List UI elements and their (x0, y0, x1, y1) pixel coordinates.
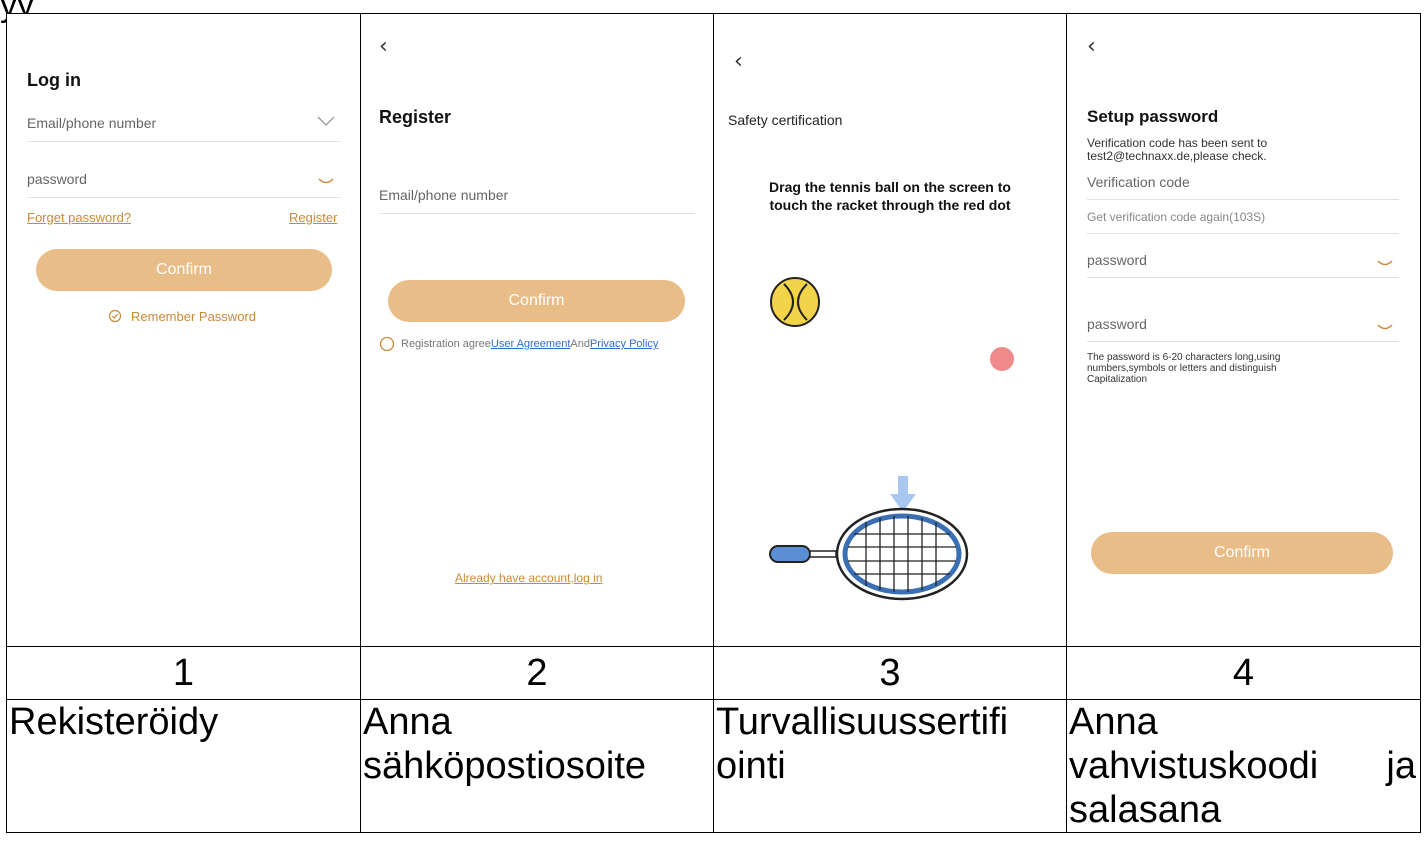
resend-code-link[interactable]: Get verification code again(103S) (1087, 210, 1265, 224)
rule-line-3: Capitalization (1087, 374, 1148, 385)
step-caption: Turvallisuussertifi ointi (713, 699, 1067, 833)
caption-line: vahvistuskoodi ja (1069, 745, 1416, 787)
rule-line-1: The password is 6-20 characters long,usi… (1087, 352, 1281, 363)
number-row: 1 2 3 4 (6, 646, 1421, 700)
step-number: 1 (6, 646, 361, 700)
register-title: Register (379, 107, 452, 127)
caption-line: salasana (1069, 789, 1222, 831)
step-number: 4 (1066, 646, 1421, 700)
steps-table: Log in Email/phone number password Forge… (6, 13, 1421, 833)
agree-and: And (570, 338, 590, 350)
caption-line: Anna (1069, 701, 1158, 743)
login-confirm-button[interactable]: Confirm (36, 249, 332, 291)
caption-line: Turvallisuussertifi (716, 701, 1009, 743)
forget-password-link[interactable]: Forget password? (27, 210, 131, 225)
chevron-down-icon[interactable] (317, 114, 335, 132)
check-circle-icon[interactable] (108, 309, 122, 328)
register-screen: ‹ Register Email/phone number Confirm Re… (360, 13, 714, 647)
confirm-password-field[interactable]: password (1087, 316, 1147, 332)
step-caption: Rekisteröidy (6, 699, 361, 833)
back-arrow-icon[interactable]: ‹ (1087, 34, 1096, 59)
target-dot-icon (990, 347, 1014, 371)
safety-screen: ‹ Safety certification Drag the tennis b… (713, 13, 1067, 647)
captcha-canvas (769, 277, 1014, 601)
caption-line: sähköpostiosoite (363, 745, 647, 787)
caption-line: Anna (363, 701, 452, 743)
code-sent-message: Verification code has been sent to test2… (1087, 137, 1267, 163)
register-email-field[interactable]: Email/phone number (379, 187, 508, 203)
privacy-policy-link[interactable]: Privacy Policy (590, 338, 658, 350)
password-rules: The password is 6-20 characters long,usi… (1087, 352, 1280, 385)
login-password-field[interactable]: password (27, 171, 87, 187)
rule-line-2: numbers,symbols or letters and distingui… (1087, 363, 1277, 374)
register-link[interactable]: Register (289, 210, 337, 225)
setup-password-screen: ‹ Setup password Verification code has b… (1066, 13, 1421, 647)
step-caption: Anna vahvistuskoodi ja salasana (1066, 699, 1421, 833)
agree-prefix: Registration agree (401, 338, 491, 350)
step-number: 2 (360, 646, 714, 700)
setup-confirm-button[interactable]: Confirm (1091, 532, 1393, 574)
agree-radio-icon[interactable] (379, 336, 395, 357)
back-arrow-icon[interactable]: ‹ (379, 34, 388, 59)
setup-title: Setup password (1087, 107, 1219, 126)
eye-closed-icon[interactable] (1377, 318, 1393, 336)
caption-line: ointi (716, 745, 786, 787)
eye-closed-icon[interactable] (1377, 254, 1393, 272)
login-screen: Log in Email/phone number password Forge… (6, 13, 361, 647)
racket-icon (769, 507, 969, 601)
user-agreement-link[interactable]: User Agreement (491, 338, 570, 350)
sent-line-2: test2@technaxx.de,please check. (1087, 149, 1267, 163)
eye-closed-icon[interactable] (318, 172, 334, 190)
agreement-text: Registration agreeUser AgreementAndPriva… (401, 338, 658, 350)
step-number: 3 (713, 646, 1067, 700)
caption-line: Rekisteröidy (9, 701, 219, 743)
password-field[interactable]: password (1087, 252, 1147, 268)
down-arrow-icon (890, 476, 916, 512)
caption-row: Rekisteröidy Anna sähköpostiosoite Turva… (6, 699, 1421, 833)
login-title: Log in (27, 70, 81, 90)
step-caption: Anna sähköpostiosoite (360, 699, 714, 833)
screenshot-row: Log in Email/phone number password Forge… (6, 13, 1421, 647)
tennis-ball-icon[interactable] (770, 277, 820, 327)
login-email-field[interactable]: Email/phone number (27, 115, 156, 131)
register-confirm-button[interactable]: Confirm (388, 280, 685, 322)
already-have-account-link[interactable]: Already have account,log in (455, 571, 602, 585)
remember-password-label[interactable]: Remember Password (131, 309, 256, 324)
verification-code-field[interactable]: Verification code (1087, 174, 1190, 190)
